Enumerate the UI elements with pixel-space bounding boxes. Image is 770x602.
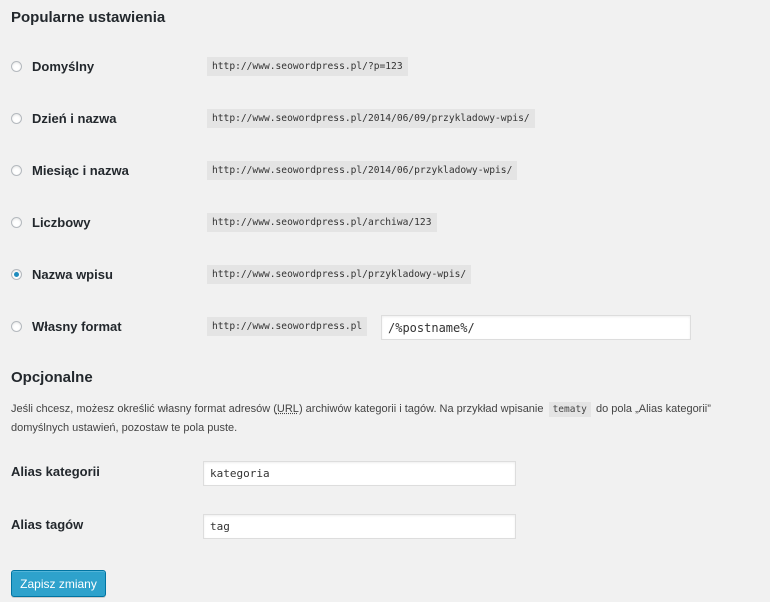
option-label-month-name[interactable]: Miesiąc i nazwa (32, 163, 129, 178)
permalink-settings-page: Popularne ustawienia Domyślny http://www… (0, 0, 770, 602)
description-text-1: Jeśli chcesz, możesz określić własny for… (11, 403, 277, 415)
tag-base-label: Alias tagów (11, 517, 84, 532)
tag-base-input[interactable]: tag (203, 514, 516, 539)
category-base-label: Alias kategorii (11, 464, 100, 479)
permalink-option-day-name[interactable]: Dzień i nazwa http://www.seowordpress.pl… (11, 107, 535, 129)
example-url-post-name: http://www.seowordpress.pl/przykladowy-w… (207, 264, 472, 284)
url-abbr: URL (276, 403, 299, 415)
permalink-option-default[interactable]: Domyślny http://www.seowordpress.pl/?p=1… (11, 55, 408, 77)
option-label-custom[interactable]: Własny format (32, 319, 122, 334)
radio-post-name[interactable] (11, 268, 22, 280)
section-title-popular: Popularne ustawienia (11, 9, 166, 26)
example-url-numeric: http://www.seowordpress.pl/archiwa/123 (207, 212, 437, 232)
radio-numeric[interactable] (11, 216, 22, 228)
save-changes-button[interactable]: Zapisz zmiany (11, 570, 106, 597)
permalink-option-custom[interactable]: Własny format http://www.seowordpress.pl (11, 315, 368, 337)
option-label-numeric[interactable]: Liczbowy (32, 215, 91, 230)
description-text-2: ) archiwów kategorii i tagów. Na przykła… (298, 403, 544, 415)
radio-custom[interactable] (11, 320, 22, 332)
custom-structure-input[interactable]: /%postname%/ (381, 315, 691, 340)
section-title-optional: Opcjonalne (11, 369, 93, 386)
radio-default[interactable] (11, 60, 22, 72)
radio-day-name[interactable] (11, 112, 22, 124)
example-code-tematy: tematy (548, 402, 591, 417)
permalink-option-post-name[interactable]: Nazwa wpisu http://www.seowordpress.pl/p… (11, 263, 472, 285)
example-url-month-name: http://www.seowordpress.pl/2014/06/przyk… (207, 160, 518, 180)
radio-month-name[interactable] (11, 164, 22, 176)
description-text-3: do pola „Alias kategorii” (595, 403, 711, 415)
permalink-option-month-name[interactable]: Miesiąc i nazwa http://www.seowordpress.… (11, 159, 518, 181)
option-label-post-name[interactable]: Nazwa wpisu (32, 267, 113, 282)
optional-description: Jeśli chcesz, możesz określić własny for… (11, 400, 769, 438)
example-url-day-name: http://www.seowordpress.pl/2014/06/09/pr… (207, 108, 535, 128)
option-label-day-name[interactable]: Dzień i nazwa (32, 111, 117, 126)
option-label-default[interactable]: Domyślny (32, 59, 94, 74)
category-base-input[interactable]: kategoria (203, 461, 516, 486)
example-url-default: http://www.seowordpress.pl/?p=123 (207, 56, 408, 76)
custom-structure-prefix: http://www.seowordpress.pl (207, 316, 368, 336)
description-text-4: domyślnych ustawień, pozostaw te pola pu… (11, 422, 238, 434)
permalink-option-numeric[interactable]: Liczbowy http://www.seowordpress.pl/arch… (11, 211, 437, 233)
